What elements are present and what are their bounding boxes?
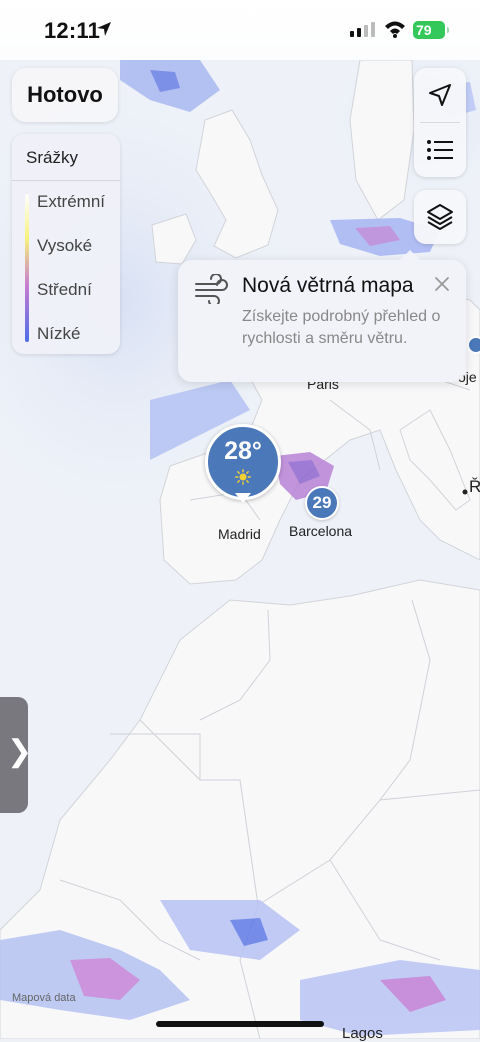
map-controls-group bbox=[414, 68, 466, 177]
tip-title: Nová větrná mapa bbox=[242, 274, 414, 297]
map-data-attribution[interactable]: Mapová data bbox=[12, 992, 76, 1004]
side-panel-toggle[interactable]: ❯ bbox=[0, 697, 32, 813]
current-location-weather-pin[interactable]: 28° bbox=[205, 424, 281, 503]
layers-icon bbox=[427, 204, 453, 230]
legend-divider bbox=[12, 180, 120, 181]
battery-level: 79 bbox=[416, 22, 432, 38]
status-time: 12:11 bbox=[44, 18, 101, 43]
sun-icon bbox=[235, 469, 251, 485]
wifi-icon bbox=[385, 21, 405, 38]
tip-description: Získejte podrobný přehled o rychlosti a … bbox=[242, 308, 441, 347]
pin-temperature: 28° bbox=[224, 437, 262, 465]
layers-control bbox=[414, 190, 466, 244]
precipitation-legend: Srážky Extrémní Vysoké Střední Nízké bbox=[12, 134, 120, 354]
current-location-button[interactable] bbox=[414, 68, 466, 122]
legend-title: Srážky bbox=[26, 148, 78, 167]
status-bar: 12:11 79 bbox=[0, 0, 480, 60]
city-label-barcelona[interactable]: Barcelona bbox=[289, 523, 352, 539]
legend-level-high: Vysoké bbox=[37, 236, 93, 255]
close-icon[interactable] bbox=[434, 276, 450, 292]
locations-list-button[interactable] bbox=[414, 123, 466, 177]
city-label-lagos[interactable]: Lagos bbox=[342, 1025, 383, 1042]
wind-icon bbox=[195, 274, 228, 304]
city-label-madrid[interactable]: Madrid bbox=[218, 526, 261, 542]
chevron-right-icon: ❯ bbox=[7, 735, 33, 768]
done-button[interactable]: Hotovo bbox=[12, 68, 118, 122]
location-arrow-icon bbox=[97, 22, 111, 36]
city-label-edge-2: Ř bbox=[469, 477, 480, 496]
legend-level-extreme: Extrémní bbox=[37, 192, 106, 211]
location-arrow-icon bbox=[429, 84, 451, 106]
map-layers-button[interactable] bbox=[414, 190, 466, 244]
list-icon bbox=[427, 140, 453, 160]
legend-level-low: Nízké bbox=[37, 324, 81, 343]
battery-icon: 79 bbox=[413, 21, 449, 39]
legend-level-medium: Střední bbox=[37, 280, 92, 299]
cellular-signal-icon bbox=[350, 22, 375, 37]
barcelona-weather-pin[interactable]: 29 bbox=[305, 486, 339, 520]
home-indicator[interactable] bbox=[156, 1021, 324, 1027]
legend-color-scale bbox=[25, 194, 29, 342]
wind-map-tip[interactable]: Nová větrná mapa Získejte podrobný přehl… bbox=[178, 250, 466, 382]
